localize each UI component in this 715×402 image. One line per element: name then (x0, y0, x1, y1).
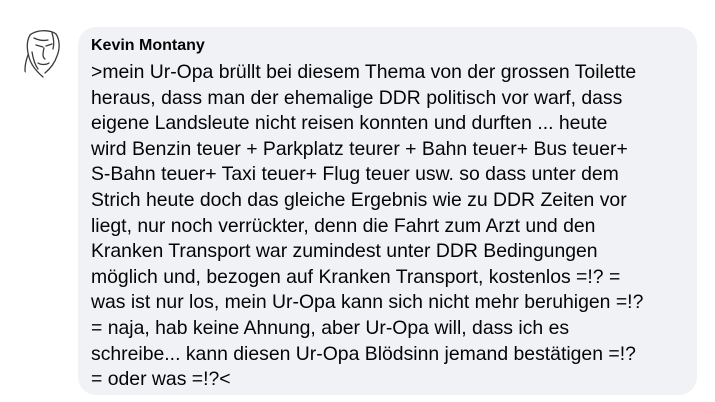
comment-bubble: Kevin Montany >mein Ur-Opa brüllt bei di… (78, 27, 697, 395)
comment-author[interactable]: Kevin Montany (91, 36, 205, 56)
avatar[interactable] (16, 25, 70, 79)
sketch-face-avatar-icon (24, 30, 60, 78)
comment: Kevin Montany >mein Ur-Opa brüllt bei di… (0, 0, 715, 402)
comment-text: >mein Ur-Opa brüllt bei diesem Thema von… (91, 61, 644, 391)
